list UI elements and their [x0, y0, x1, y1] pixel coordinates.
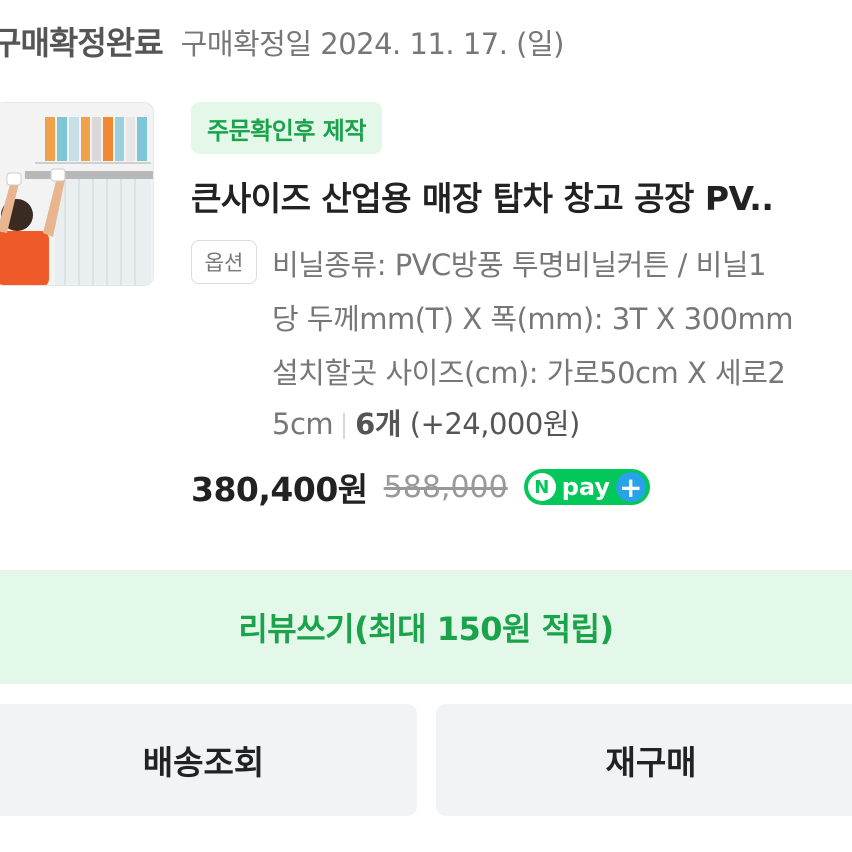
option-line-4: 5cm 6개 (+24,000원): [272, 401, 580, 443]
npay-plus-badge: N pay +: [523, 469, 650, 505]
npay-n-icon: N: [527, 473, 556, 501]
reorder-button[interactable]: 재구매: [436, 704, 852, 816]
option-extra-price: (+24,000원): [409, 407, 581, 441]
product-thumbnail[interactable]: [0, 102, 154, 286]
confirm-date: 구매확정일 2024. 11. 17. (일): [180, 27, 565, 61]
option-tag: 옵션: [191, 240, 257, 284]
product-image: [0, 103, 153, 285]
option-line-3: 설치할곳 사이즈(cm): 가로50cm X 세로2: [272, 356, 786, 390]
original-price: 588,000: [383, 469, 508, 505]
option-quantity: 6개: [355, 407, 402, 441]
option-line-1: 비닐종류: PVC방풍 투명비닐커튼 / 비닐1: [272, 248, 766, 282]
order-status-title: 구매확정완료: [0, 24, 164, 62]
product-title[interactable]: 큰사이즈 산업용 매장 탑차 창고 공장 PV..: [191, 172, 852, 220]
made-to-order-badge: 주문확인후 제작: [191, 102, 382, 154]
sale-price: 380,400원: [191, 470, 368, 509]
npay-label: pay: [561, 473, 611, 501]
price-row: 380,400원 588,000 N pay +: [191, 463, 650, 511]
order-status-row: 구매확정완료 구매확정일 2024. 11. 17. (일): [0, 18, 564, 64]
option-last: 5cm: [272, 407, 334, 441]
write-review-button[interactable]: 리뷰쓰기(최대 150원 적립): [0, 570, 852, 684]
option-line-2: 당 두께mm(T) X 폭(mm): 3T X 300mm: [272, 302, 794, 336]
option-divider: [343, 413, 346, 439]
plus-icon: +: [615, 471, 646, 504]
track-delivery-button[interactable]: 배송조회: [0, 704, 417, 816]
